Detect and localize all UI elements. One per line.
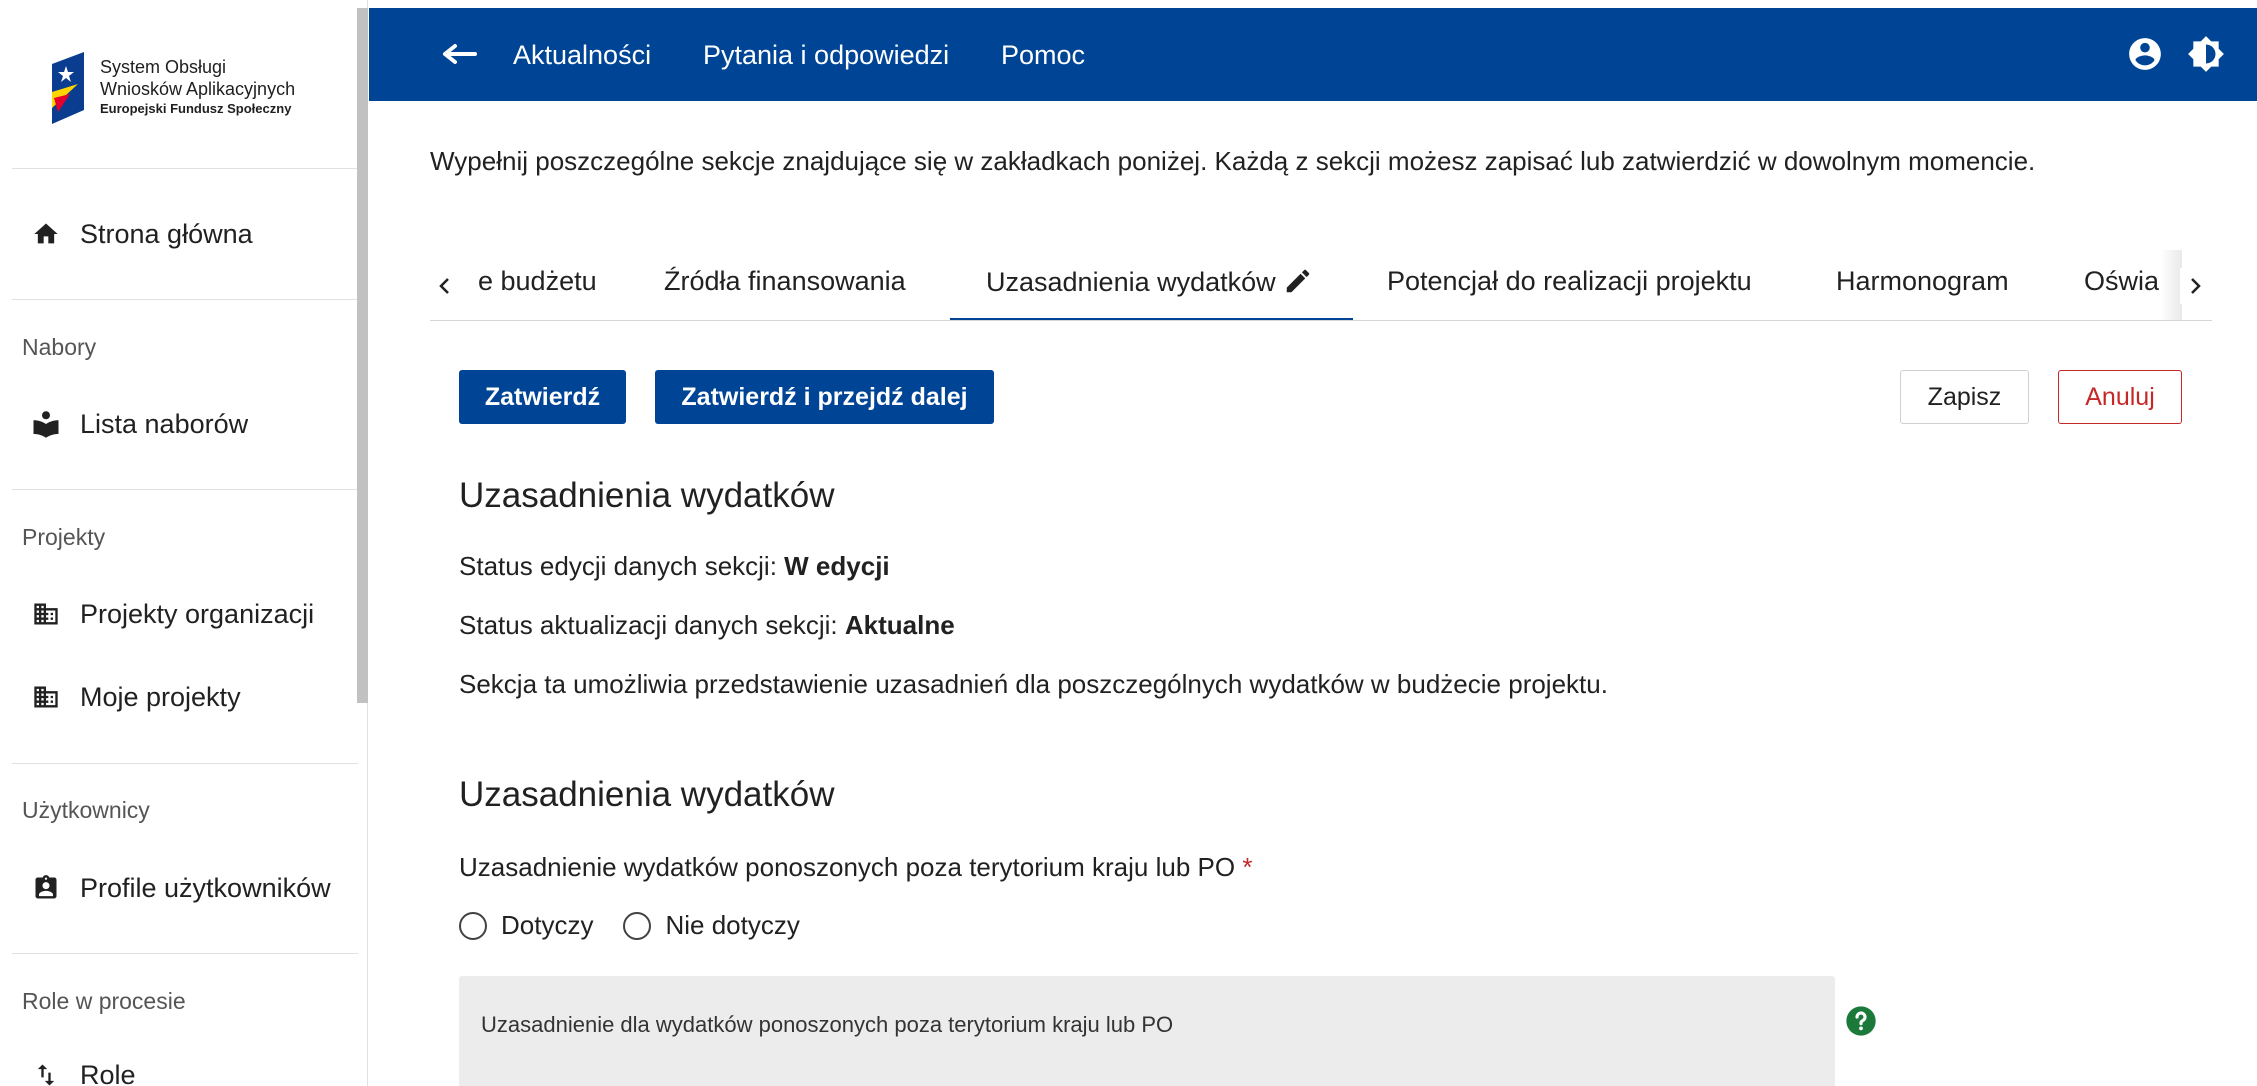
sidebar-section-nabory: Nabory	[22, 334, 97, 360]
zatwierdz-i-przejdz-dalej-button[interactable]: Zatwierdź i przejdź dalej	[655, 370, 994, 424]
question-label: Uzasadnienie wydatków ponoszonych poza t…	[459, 852, 1252, 883]
sidebar-item-moje-projekty[interactable]: Moje projekty	[12, 669, 352, 725]
radio-dotyczy[interactable]	[459, 911, 487, 940]
radio-group: Dotyczy Nie dotyczy	[459, 910, 830, 941]
radio-nie-dotyczy[interactable]	[623, 911, 652, 940]
subsection-title: Uzasadnienia wydatków	[459, 775, 835, 814]
radio-label-dotyczy: Dotyczy	[501, 910, 594, 940]
section-description: Sekcja ta umożliwia przedstawienie uzasa…	[459, 669, 1608, 699]
arrows-updown-icon	[26, 1055, 66, 1086]
tab-harmonogram[interactable]: Harmonogram	[1836, 266, 2009, 297]
building-icon	[26, 677, 66, 717]
sidebar-divider	[12, 953, 358, 954]
sidebar-divider	[12, 299, 358, 300]
building-icon	[26, 594, 66, 634]
sidebar-divider	[12, 489, 358, 490]
sidebar-item-profile-uzytkownikow[interactable]: Profile użytkowników	[12, 860, 352, 916]
back-arrow-icon[interactable]	[439, 34, 479, 74]
eu-funds-logo-icon	[52, 52, 84, 124]
tabs-scroll-left-icon[interactable]	[430, 268, 460, 304]
logo-line-2: Wniosków Aplikacyjnych	[100, 79, 296, 99]
badge-icon	[26, 868, 66, 908]
status-edycji-label: Status edycji danych sekcji:	[459, 551, 777, 581]
tabs-fade	[2160, 250, 2182, 320]
status-aktualizacji: Status aktualizacji danych sekcji: Aktua…	[459, 610, 955, 641]
logo-line-3: Europejski Fundusz Społeczny	[100, 101, 292, 116]
status-edycji-value: W edycji	[784, 551, 890, 581]
status-aktualizacji-value: Aktualne	[844, 610, 955, 640]
sidebar-item-label: Lista naborów	[80, 408, 249, 439]
nav-link-pomoc[interactable]: Pomoc	[1001, 40, 1085, 71]
edit-pencil-icon	[1286, 269, 1310, 293]
sidebar-item-label: Moje projekty	[80, 681, 241, 712]
tab-potencjal[interactable]: Potencjał do realizacji projektu	[1387, 266, 1752, 297]
sidebar-section-role-w-procesie: Role w procesie	[22, 988, 186, 1014]
sidebar-item-label: Strona główna	[80, 218, 253, 249]
required-mark: *	[1242, 852, 1253, 882]
sidebar-item-home[interactable]: Strona główna	[12, 206, 352, 262]
radio-label-nie-dotyczy: Nie dotyczy	[665, 910, 800, 940]
sidebar-divider	[12, 763, 358, 764]
textarea-label: Uzasadnienie dla wydatków ponoszonych po…	[481, 1012, 1174, 1037]
account-circle-icon[interactable]	[2126, 35, 2164, 73]
sidebar-divider	[12, 168, 358, 169]
sidebar: System Obsługi Wniosków Aplikacyjnych Eu…	[0, 0, 368, 1086]
home-icon	[26, 214, 66, 254]
sidebar-item-projekty-organizacji[interactable]: Projekty organizacji	[12, 586, 352, 642]
logo-line-1: System Obsługi	[100, 57, 227, 77]
help-icon[interactable]	[1845, 1005, 1877, 1037]
sidebar-item-label: Projekty organizacji	[80, 598, 315, 629]
anuluj-button[interactable]: Anuluj	[2058, 370, 2182, 424]
section-title: Uzasadnienia wydatków	[459, 476, 835, 515]
nav-link-pytania[interactable]: Pytania i odpowiedzi	[703, 40, 949, 71]
brightness-contrast-icon[interactable]	[2187, 35, 2225, 73]
intro-text: Wypełnij poszczególne sekcje znajdujące …	[430, 146, 2036, 176]
sidebar-item-label: Role	[80, 1059, 136, 1086]
zatwierdz-button[interactable]: Zatwierdź	[459, 370, 626, 424]
nav-link-aktualnosci[interactable]: Aktualności	[513, 40, 651, 71]
section-tabs: e budżetu Źródła finansowania Uzasadnien…	[430, 250, 2212, 321]
uzasadnienie-textarea[interactable]: Uzasadnienie dla wydatków ponoszonych po…	[459, 976, 1835, 1086]
tab-szczegolowe-budzetu[interactable]: e budżetu	[478, 266, 597, 297]
app-logo[interactable]: System Obsługi Wniosków Aplikacyjnych Eu…	[48, 52, 348, 132]
tabs-scroll-right-icon[interactable]	[2180, 268, 2210, 304]
question-text: Uzasadnienie wydatków ponoszonych poza t…	[459, 852, 1236, 882]
sidebar-scrollbar[interactable]	[357, 8, 368, 703]
status-edycji: Status edycji danych sekcji: W edycji	[459, 551, 890, 582]
book-reader-icon	[26, 404, 66, 444]
sidebar-section-uzytkownicy: Użytkownicy	[22, 797, 150, 823]
tab-oswiadczenia[interactable]: Oświa	[2084, 266, 2159, 297]
top-bar: Aktualności Pytania i odpowiedzi Pomoc	[369, 8, 2257, 101]
active-tab-indicator	[950, 318, 1353, 320]
tab-label: Uzasadnienia wydatków	[986, 267, 1276, 297]
tab-zrodla-finansowania[interactable]: Źródła finansowania	[664, 266, 906, 297]
sidebar-section-projekty: Projekty	[22, 524, 106, 550]
sidebar-item-lista-naborow[interactable]: Lista naborów	[12, 396, 352, 452]
zapisz-button[interactable]: Zapisz	[1900, 370, 2029, 424]
sidebar-item-label: Profile użytkowników	[80, 872, 331, 903]
status-aktualizacji-label: Status aktualizacji danych sekcji:	[459, 610, 838, 640]
tab-uzasadnienia-wydatkow[interactable]: Uzasadnienia wydatków	[986, 266, 1313, 298]
sidebar-item-role[interactable]: Role	[12, 1047, 352, 1086]
